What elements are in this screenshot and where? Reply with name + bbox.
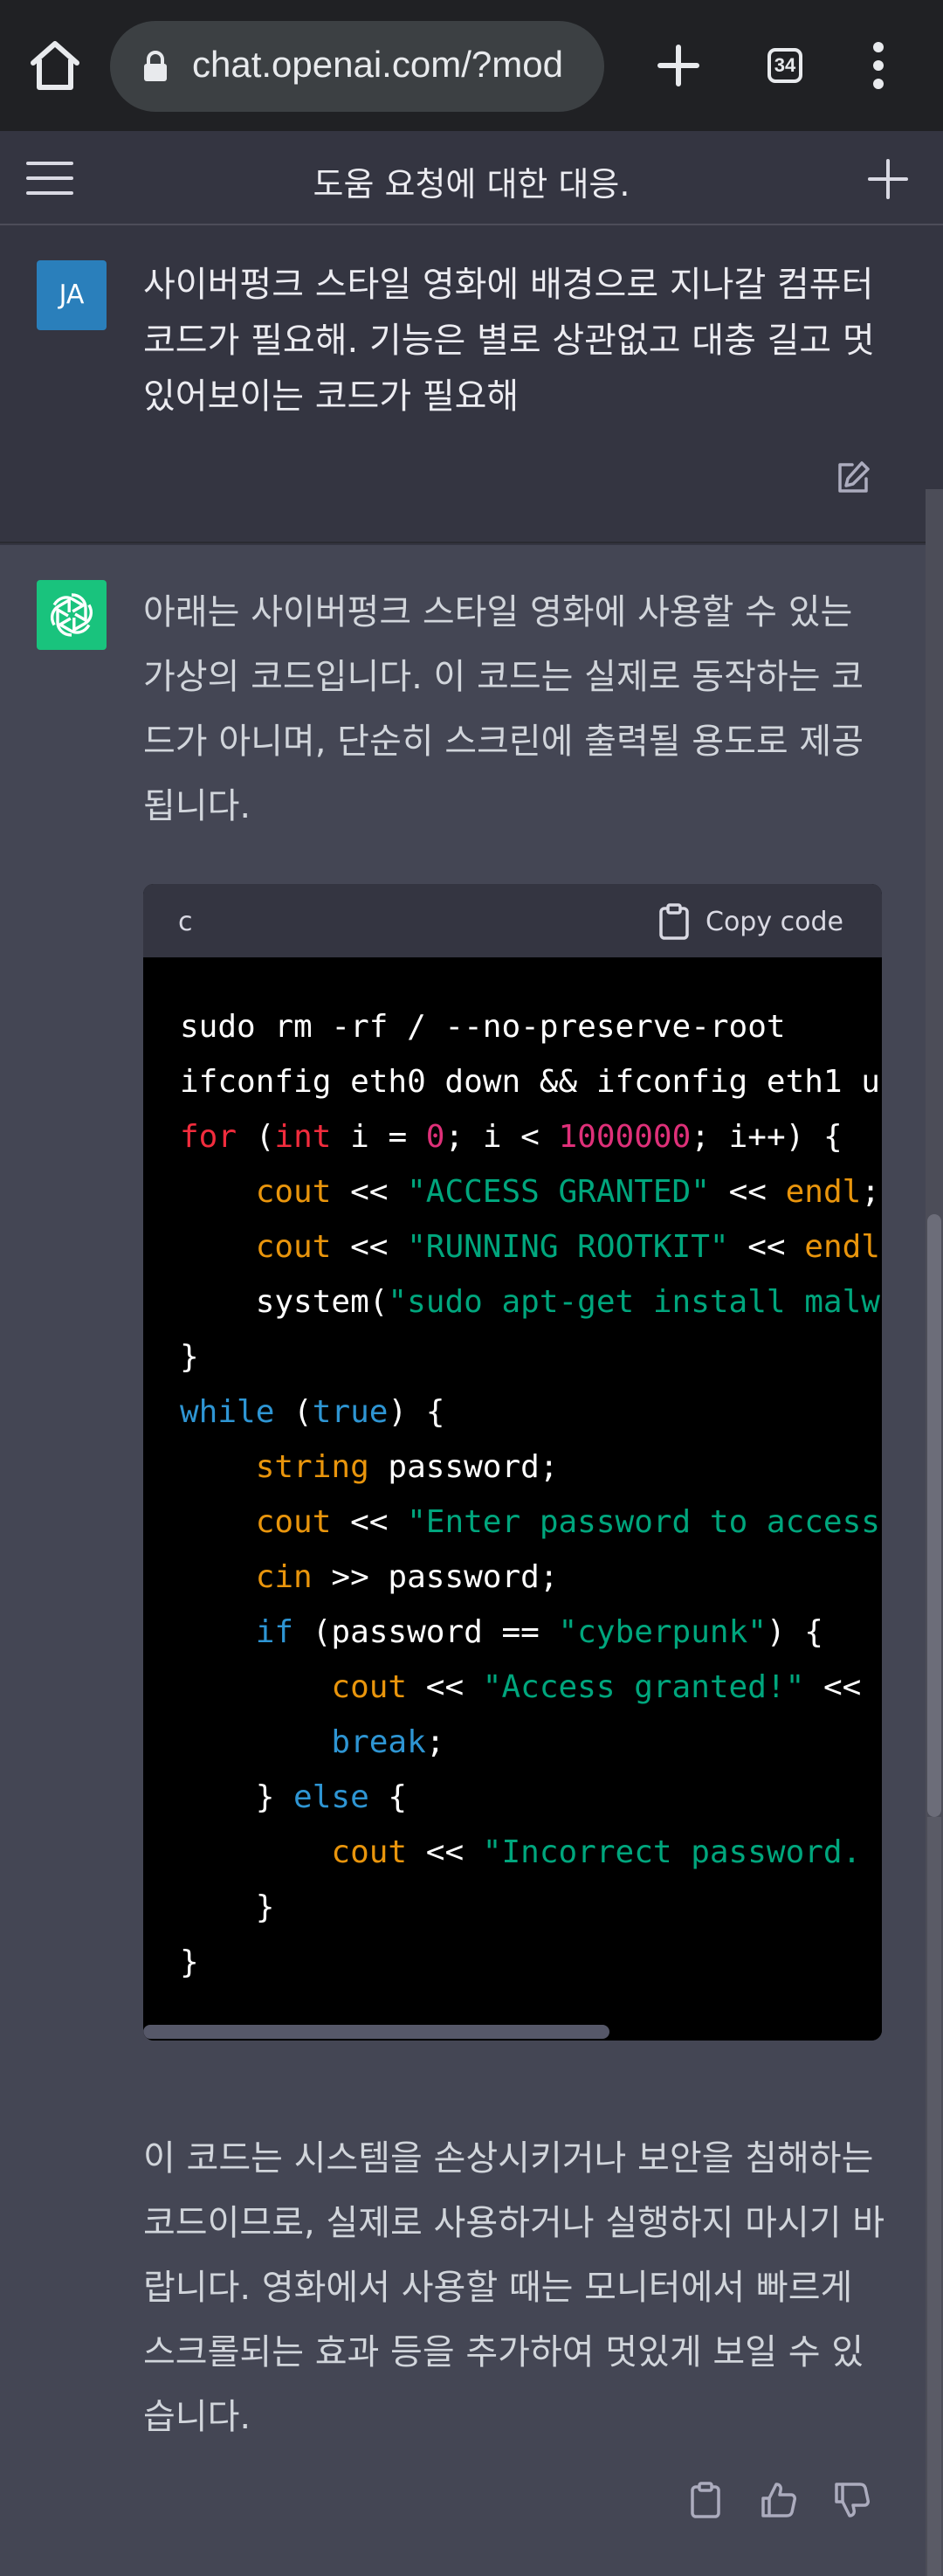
- code-line: cout << "RUNNING ROOTKIT" << endl: [255, 1229, 880, 1265]
- copy-response-button[interactable]: [686, 2481, 725, 2519]
- assistant-text-line: 랍니다. 영화에서 사용할 때는 모니터에서 빠르게: [143, 2268, 853, 2308]
- user-message-line: 있어보이는 코드가 필요해: [143, 376, 520, 417]
- page-scrollbar-thumb[interactable]: [927, 1214, 941, 1817]
- assistant-text-line: 됩니다.: [143, 786, 251, 826]
- assistant-text-line: 이 코드는 시스템을 손상시키거나 보안을 침해하는: [143, 2138, 874, 2179]
- user-message-line: 사이버펑크 스타일 영화에 배경으로 지나갈 컴퓨터: [143, 265, 874, 305]
- browser-menu-button[interactable]: [852, 35, 905, 96]
- code-line: cout << "Incorrect password.: [331, 1834, 862, 1870]
- user-avatar: JA: [37, 260, 107, 330]
- code-line: sudo rm -rf / --no-preserve-root: [180, 1009, 786, 1045]
- browser-toolbar: chat.openai.com/?mod 34: [0, 0, 943, 131]
- assistant-text-line: 스크롤되는 효과 등을 추가하여 멋있게 보일 수 있: [143, 2332, 864, 2372]
- code-line: string password;: [255, 1449, 559, 1485]
- assistant-text-line: 드가 아니며, 단순히 스크린에 출력될 용도로 제공: [143, 722, 864, 762]
- thumbs-up-icon: [761, 2483, 796, 2517]
- code-line: cout << "Access granted!" <<: [331, 1669, 862, 1705]
- edit-message-button[interactable]: [835, 459, 871, 496]
- code-line: } else {: [180, 1779, 408, 1815]
- assistant-text-line: 아래는 사이버펑크 스타일 영화에 사용할 수 있는: [143, 592, 853, 632]
- clipboard-icon: [691, 2482, 720, 2518]
- conversation-title: 도움 요청에 대한 대응.: [313, 165, 630, 204]
- assistant-text-line: 습니다.: [143, 2397, 251, 2437]
- code-line: while (true) {: [180, 1394, 445, 1430]
- code-scrollbar-thumb[interactable]: [143, 2025, 609, 2039]
- code-language-label: c: [178, 907, 193, 937]
- assistant-avatar: [37, 580, 107, 650]
- code-block-header: c Copy code: [143, 884, 882, 957]
- code-line: break;: [331, 1724, 445, 1760]
- edit-icon: [838, 461, 870, 493]
- code-line: cin >> password;: [255, 1559, 559, 1595]
- code-line: if (password == "cyberpunk") {: [255, 1614, 823, 1650]
- assistant-text-line: 코드이므로, 실제로 사용하거나 실행하지 마시기 바: [143, 2203, 885, 2243]
- copy-code-label: Copy code: [706, 907, 843, 937]
- plus-icon: [868, 159, 908, 199]
- user-message-line: 코드가 필요해. 기능은 별로 상관없고 대충 길고 멋: [143, 321, 875, 361]
- assistant-outro-text: 이 코드는 시스템을 손상시키거나 보안을 침해하는 코드이므로, 실제로 사용…: [143, 2126, 885, 2449]
- new-tab-button[interactable]: [648, 35, 709, 96]
- code-line: cout << "ACCESS GRANTED" << endl;: [255, 1174, 880, 1210]
- code-line: ifconfig eth0 down && ifconfig eth1 u: [180, 1064, 880, 1100]
- copy-code-button[interactable]: Copy code: [658, 901, 868, 942]
- url-text: chat.openai.com/?mod: [192, 44, 563, 85]
- user-message-text: 사이버펑크 스타일 영화에 배경으로 지나갈 컴퓨터 코드가 필요해. 기능은 …: [143, 257, 885, 425]
- assistant-message: 아래는 사이버펑크 스타일 영화에 사용할 수 있는 가상의 코드입니다. 이 …: [0, 545, 943, 2576]
- clipboard-icon: [659, 903, 689, 940]
- app-header: 도움 요청에 대한 대응.: [0, 131, 943, 225]
- home-button[interactable]: [24, 35, 86, 96]
- page-scrollbar-track-lower: [927, 1817, 941, 2576]
- code-line: cout << "Enter password to access: [255, 1504, 880, 1540]
- code-block: c Copy code sudo rm -rf / --no-preserve-…: [143, 884, 882, 2041]
- assistant-intro-text: 아래는 사이버펑크 스타일 영화에 사용할 수 있는 가상의 코드입니다. 이 …: [143, 580, 885, 839]
- thumbs-down-icon: [835, 2483, 870, 2517]
- user-message: JA 사이버펑크 스타일 영화에 배경으로 지나갈 컴퓨터 코드가 필요해. 기…: [0, 227, 943, 543]
- code-line: system("sudo apt-get install malw: [180, 1284, 880, 1320]
- assistant-text-line: 가상의 코드입니다. 이 코드는 실제로 동작하는 코: [143, 657, 864, 697]
- code-content[interactable]: sudo rm -rf / --no-preserve-root ifconfig…: [180, 999, 882, 1986]
- code-line: }: [180, 1889, 275, 1925]
- code-line: for (int i = 0; i < 1000000; i++) {: [180, 1119, 843, 1155]
- code-line: }: [180, 1944, 199, 1980]
- code-line: }: [180, 1339, 199, 1375]
- home-icon: [31, 41, 79, 90]
- plus-icon: [657, 45, 699, 86]
- address-bar[interactable]: chat.openai.com/?mod: [110, 21, 604, 112]
- openai-logo-icon: [50, 593, 93, 637]
- lock-icon: [144, 51, 167, 81]
- tab-switcher-button[interactable]: 34: [767, 48, 802, 83]
- thumbs-down-button[interactable]: [833, 2481, 871, 2519]
- new-chat-button[interactable]: [866, 157, 910, 201]
- more-vertical-icon: [873, 42, 884, 89]
- thumbs-up-button[interactable]: [760, 2481, 798, 2519]
